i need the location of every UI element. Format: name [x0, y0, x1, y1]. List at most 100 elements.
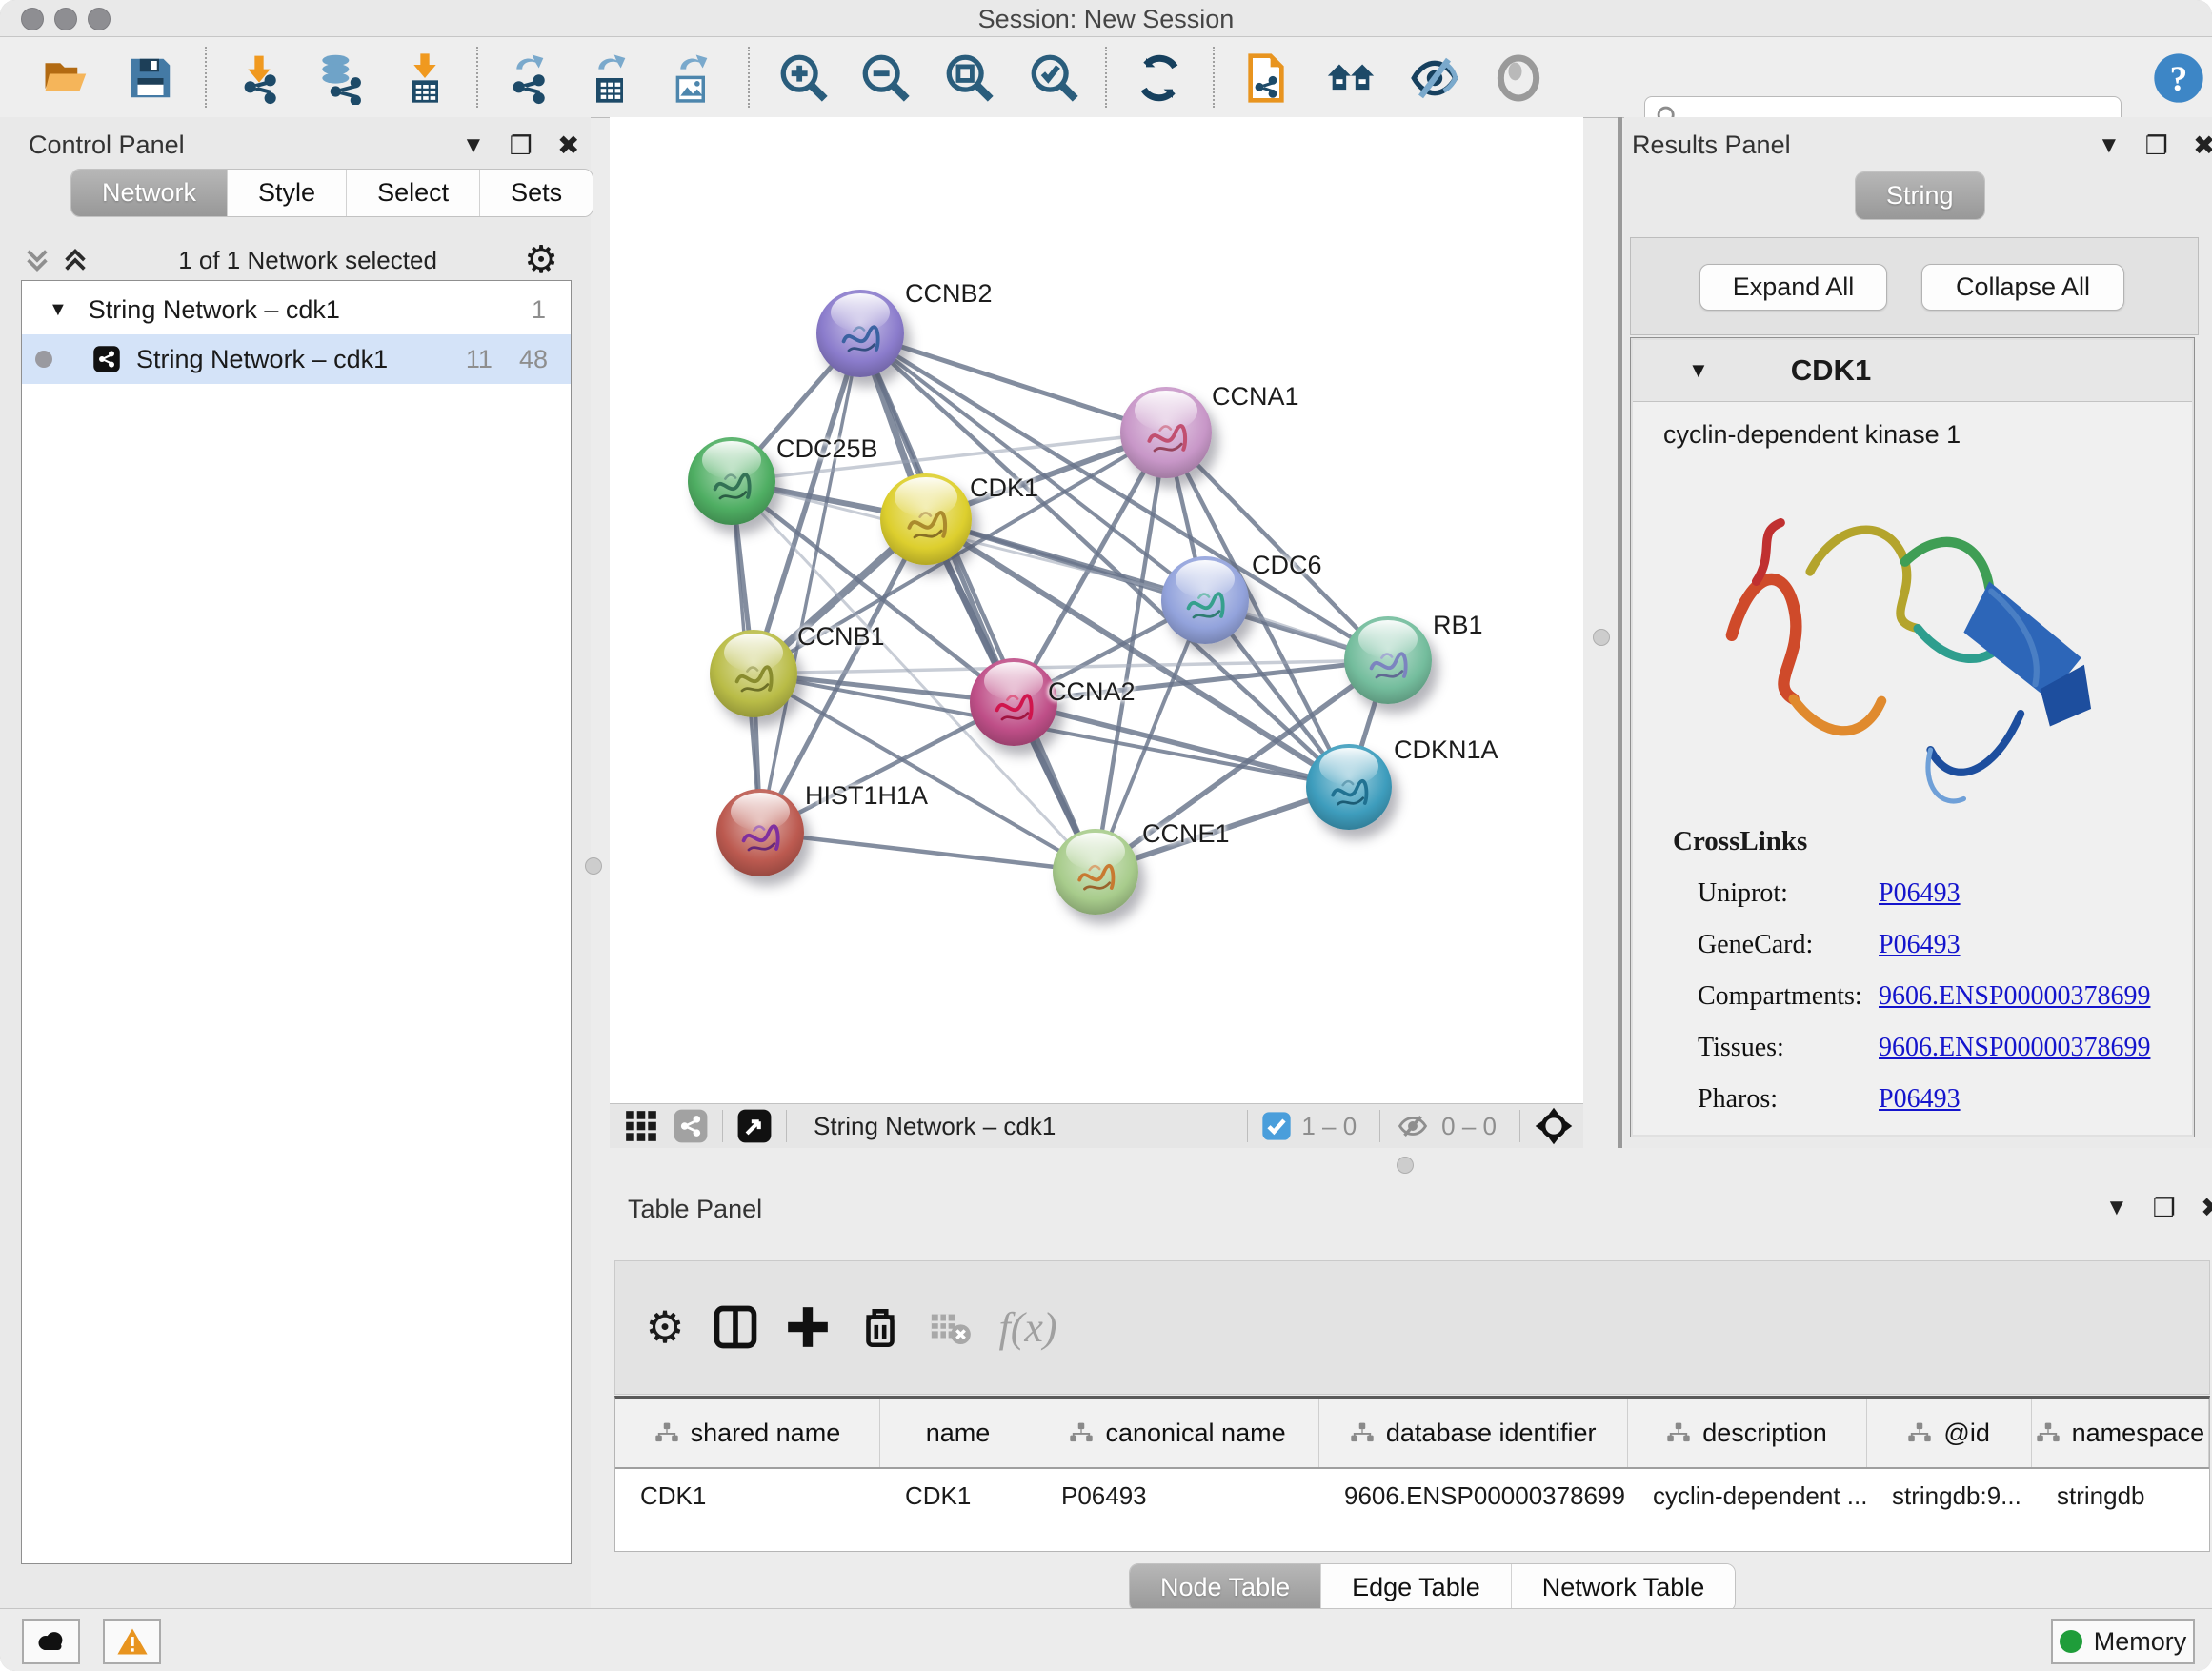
table-cell: P06493 [1036, 1469, 1319, 1522]
float-panel-icon[interactable]: ❐ [510, 133, 533, 159]
horizontal-splitter-handle[interactable] [1397, 1157, 1414, 1174]
add-column-button[interactable] [778, 1298, 837, 1357]
import-table-button[interactable] [397, 50, 452, 106]
collapse-all-tree-icon[interactable] [21, 246, 53, 274]
hide-graphics-details-button[interactable] [1407, 50, 1462, 106]
network-row[interactable]: String Network – cdk1 11 48 [22, 334, 571, 384]
column-header-canonical-name[interactable]: canonical name [1036, 1399, 1319, 1467]
delete-table-button[interactable] [920, 1298, 979, 1357]
network-node-rb1[interactable] [1344, 616, 1432, 704]
show-columns-button[interactable] [706, 1298, 765, 1357]
results-panel: Results Panel ▼ ❐ ✖ String Expand All Co… [1624, 117, 2212, 1181]
svg-text:?: ? [2170, 60, 2188, 99]
crosslink-value[interactable]: P06493 [1879, 930, 1961, 981]
network-node-cdc25b[interactable] [688, 437, 775, 525]
column-header--id[interactable]: @id [1867, 1399, 2032, 1467]
tab-sets[interactable]: Sets [480, 170, 593, 216]
memory-button[interactable]: Memory [2051, 1619, 2195, 1664]
main-toolbar: ? [0, 37, 2212, 118]
help-icon: ? [2152, 51, 2205, 105]
network-node-ccnb1[interactable] [710, 630, 797, 717]
zoom-selected-button[interactable] [1027, 50, 1082, 106]
crosslink-value[interactable]: P06493 [1879, 878, 1961, 930]
pan-crosshair-icon[interactable] [1534, 1106, 1574, 1146]
column-header-description[interactable]: description [1628, 1399, 1867, 1467]
show-graphics-details-button[interactable] [1491, 50, 1546, 106]
close-panel-icon[interactable]: ✖ [2201, 1195, 2212, 1221]
zoom-fit-button[interactable] [942, 50, 997, 106]
function-builder-button[interactable]: f(x) [998, 1298, 1057, 1357]
right-splitter-handle[interactable] [1593, 629, 1610, 646]
gene-section-header[interactable]: ▼ CDK1 [1633, 340, 2192, 402]
table-row[interactable]: CDK1CDK1P064939606.ENSP00000378699cyclin… [615, 1469, 2209, 1522]
houses-button[interactable] [1323, 50, 1378, 106]
panel-menu-caret-icon[interactable]: ▼ [462, 134, 485, 157]
open-session-button[interactable] [39, 50, 94, 106]
import-network-from-database-button[interactable] [312, 50, 368, 106]
network-node-ccnb2[interactable] [816, 290, 904, 377]
tab-network[interactable]: Network [71, 170, 228, 216]
warnings-button[interactable] [103, 1619, 161, 1664]
tab-string[interactable]: String [1856, 172, 1984, 219]
expand-all-tree-icon[interactable] [59, 246, 91, 274]
network-node-ccna2[interactable] [970, 658, 1057, 746]
apply-layout-button[interactable] [1132, 50, 1187, 106]
network-node-cdkn1a[interactable] [1306, 744, 1392, 830]
network-tree: ▼ String Network – cdk1 1 String Network… [21, 280, 572, 1564]
right-splitter[interactable] [1618, 117, 1622, 1181]
column-header-namespace[interactable]: namespace [2032, 1399, 2209, 1467]
column-header-shared-name[interactable]: shared name [615, 1399, 880, 1467]
panel-menu-caret-icon[interactable]: ▼ [2105, 1197, 2128, 1219]
import-network-from-file-button[interactable] [231, 50, 287, 106]
crosslink-value[interactable]: 9606.ENSP00000378699 [1879, 1033, 2150, 1084]
tab-select[interactable]: Select [347, 170, 480, 216]
network-collection-row[interactable]: ▼ String Network – cdk1 1 [22, 285, 571, 334]
zoom-out-button[interactable] [858, 50, 914, 106]
network-options-gear-icon[interactable]: ⚙ [524, 241, 558, 279]
network-node-cdc6[interactable] [1161, 556, 1249, 644]
tab-node-table[interactable]: Node Table [1130, 1564, 1321, 1611]
network-node-ccna1[interactable] [1120, 387, 1212, 478]
tab-style[interactable]: Style [228, 170, 347, 216]
column-header-label: shared name [691, 1419, 841, 1448]
float-panel-icon[interactable]: ❐ [2153, 1196, 2176, 1221]
network-edge [760, 833, 1096, 872]
help-button[interactable]: ? [2151, 50, 2206, 106]
collapse-all-button[interactable]: Collapse All [1921, 264, 2124, 311]
crosslink-label: GeneCard: [1673, 930, 1879, 981]
application-window: Session: New Session [0, 0, 2212, 1671]
save-session-button[interactable] [123, 50, 178, 106]
cloud-status-button[interactable] [22, 1619, 80, 1664]
crosslink-value[interactable]: P06493 [1879, 1084, 1961, 1136]
section-caret-icon[interactable]: ▼ [1688, 358, 1709, 383]
tab-edge-table[interactable]: Edge Table [1321, 1564, 1512, 1611]
table-options-button[interactable]: ⚙ [635, 1298, 694, 1357]
birdseye-view-icon[interactable] [736, 1108, 773, 1144]
delete-column-button[interactable] [851, 1298, 910, 1357]
panel-menu-caret-icon[interactable]: ▼ [2098, 134, 2121, 157]
network-node-hist1h1a[interactable] [716, 789, 804, 876]
left-splitter-handle[interactable] [585, 857, 602, 875]
crosslinks-block: CrossLinks Uniprot:P06493 GeneCard:P0649… [1673, 826, 2150, 1136]
tab-network-table[interactable]: Network Table [1512, 1564, 1736, 1611]
expand-all-button[interactable]: Expand All [1699, 264, 1887, 311]
network-node-ccne1[interactable] [1053, 829, 1138, 915]
export-image-button[interactable] [664, 50, 719, 106]
crosslink-value[interactable]: 9606.ENSP00000378699 [1879, 981, 2150, 1033]
export-network-button[interactable] [500, 50, 555, 106]
column-header-name[interactable]: name [880, 1399, 1036, 1467]
table-cell: CDK1 [880, 1469, 1036, 1522]
network-from-selection-button[interactable] [1238, 50, 1294, 106]
network-node-cdk1[interactable] [880, 473, 972, 565]
grid-view-icon[interactable] [623, 1108, 659, 1144]
network-view-share-icon[interactable] [673, 1108, 709, 1144]
export-table-button[interactable] [582, 50, 637, 106]
close-panel-icon[interactable]: ✖ [557, 132, 579, 159]
float-panel-icon[interactable]: ❐ [2145, 133, 2168, 159]
selected-checkbox-icon[interactable] [1261, 1111, 1292, 1141]
close-panel-icon[interactable]: ✖ [2193, 132, 2212, 159]
column-header-database-identifier[interactable]: database identifier [1319, 1399, 1628, 1467]
zoom-in-button[interactable] [776, 50, 832, 106]
network-view-canvas[interactable]: CCNB2 CCNA1 CDC25B CDK1 CDC6 RB1 CCNB1 C… [610, 117, 1583, 1103]
tree-caret-icon[interactable]: ▼ [49, 299, 68, 321]
